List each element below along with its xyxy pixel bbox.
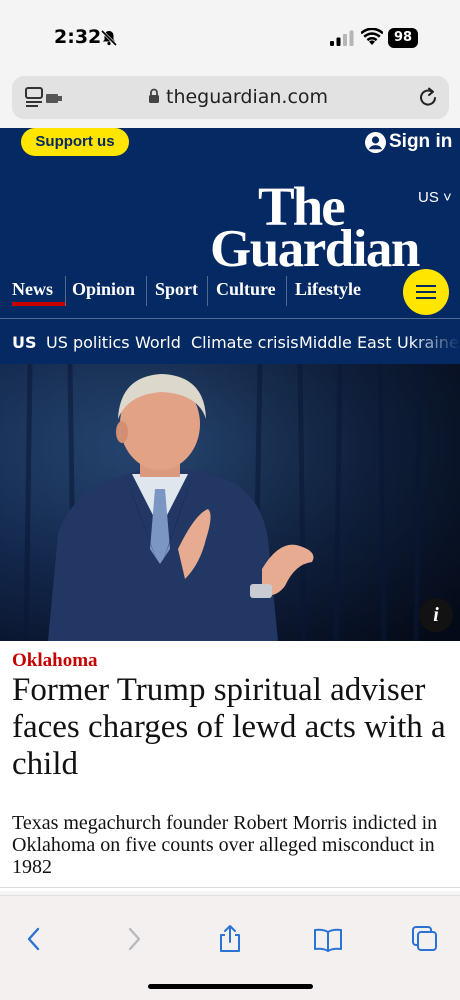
subnav-middle-east[interactable]: Middle East	[299, 333, 391, 352]
status-time: 2:32	[54, 26, 102, 48]
support-us-button[interactable]: Support us	[21, 128, 129, 156]
back-icon[interactable]	[20, 924, 50, 954]
tabs-icon[interactable]	[410, 924, 440, 954]
nav-divider	[207, 276, 208, 306]
subnav-fade	[410, 319, 460, 364]
subnav-us[interactable]: US	[12, 333, 37, 352]
nav-divider	[146, 276, 147, 306]
nav-active-indicator	[12, 302, 65, 306]
home-indicator[interactable]	[148, 984, 313, 989]
divider	[0, 887, 460, 888]
forward-icon[interactable]	[118, 924, 148, 954]
hero-photo-illustration	[0, 364, 460, 641]
support-strip: Support us Sign in	[0, 128, 460, 172]
primary-nav: News Opinion Sport Culture Lifestyle	[0, 272, 460, 308]
subnav-us-politics[interactable]: US politics	[46, 333, 130, 352]
logo-line-2: Guardian	[210, 220, 420, 270]
subnav-world[interactable]: World	[135, 333, 181, 352]
nav-opinion[interactable]: Opinion	[72, 279, 135, 300]
nav-divider	[286, 276, 287, 306]
article-standfirst: Texas megachurch founder Robert Morris i…	[12, 812, 438, 878]
hero-photo[interactable]	[0, 364, 460, 641]
reload-icon[interactable]	[417, 85, 439, 109]
cellular-signal-icon	[330, 30, 354, 46]
lock-icon	[149, 88, 159, 103]
masthead: US ˅ The Guardian News Opinion Sport Cul…	[0, 172, 460, 364]
article-card[interactable]: Oklahoma Former Trump spiritual adviser …	[0, 641, 460, 891]
menu-button[interactable]	[403, 269, 449, 315]
nav-culture[interactable]: Culture	[216, 279, 276, 300]
share-icon[interactable]	[215, 924, 245, 954]
subnav-climate-crisis[interactable]: Climate crisis	[191, 333, 299, 352]
nav-divider	[65, 276, 66, 306]
page-settings-icon[interactable]	[24, 86, 66, 108]
article-headline[interactable]: Former Trump spiritual adviser faces cha…	[12, 672, 452, 783]
status-bar: 2:32 98	[0, 0, 460, 76]
secondary-nav: US US politics World Climate crisis Midd…	[0, 319, 460, 364]
user-account-icon[interactable]	[365, 132, 386, 153]
sign-in-link[interactable]: Sign in	[389, 131, 452, 153]
article-kicker[interactable]: Oklahoma	[12, 650, 98, 672]
nav-news[interactable]: News	[12, 279, 53, 300]
bell-muted-icon	[100, 29, 118, 47]
bookmarks-icon[interactable]	[313, 924, 343, 954]
url-text[interactable]: theguardian.com	[166, 86, 328, 108]
browser-toolbar	[0, 895, 460, 1000]
nav-sport[interactable]: Sport	[155, 279, 198, 300]
image-info-button[interactable]: i	[419, 598, 453, 632]
guardian-logo[interactable]: The Guardian	[210, 178, 454, 270]
wifi-icon	[361, 28, 383, 45]
nav-lifestyle[interactable]: Lifestyle	[295, 279, 361, 300]
address-bar[interactable]: theguardian.com	[12, 76, 449, 119]
battery-indicator: 98	[388, 28, 418, 48]
